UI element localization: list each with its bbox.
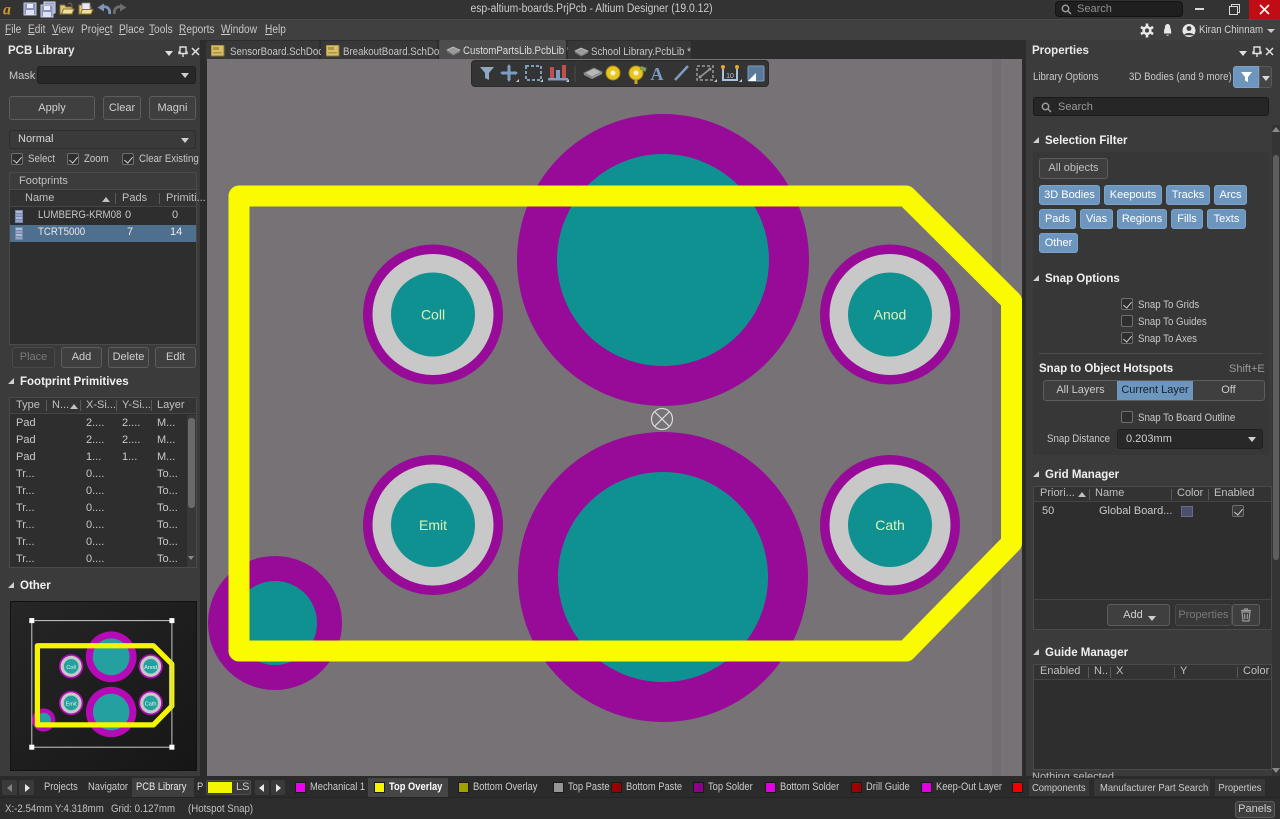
svg-text:Emit: Emit [419, 517, 447, 533]
svg-text:Anod: Anod [874, 307, 907, 323]
svg-text:10: 10 [726, 73, 734, 80]
svg-text:Emit: Emit [66, 702, 78, 708]
svg-text:Anod: Anod [144, 665, 157, 671]
svg-text:Coll: Coll [421, 307, 445, 323]
svg-text:Coll: Coll [66, 665, 76, 671]
svg-text:Cath: Cath [145, 702, 157, 708]
svg-text:Cath: Cath [875, 517, 905, 533]
svg-text:A: A [651, 64, 664, 84]
